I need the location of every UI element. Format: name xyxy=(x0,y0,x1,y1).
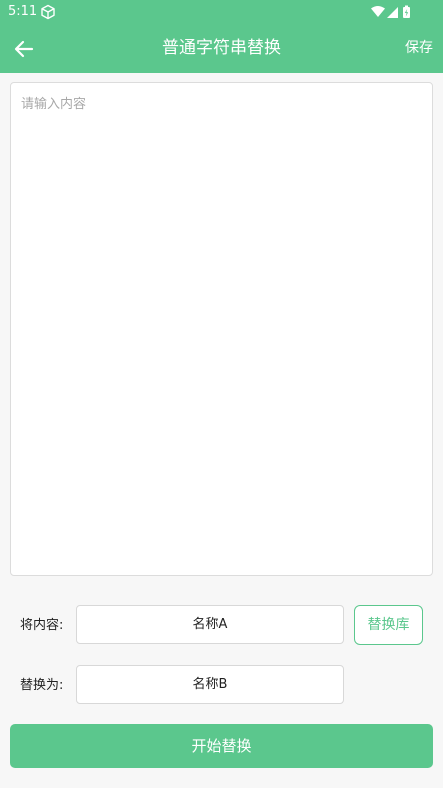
battery-charging-icon xyxy=(403,5,410,18)
replace-from-field[interactable]: 名称A xyxy=(76,605,344,644)
signal-icon xyxy=(387,7,398,18)
status-bar: 5:11 xyxy=(0,0,443,24)
app-bar: 普通字符串替换 保存 xyxy=(0,24,443,73)
content-input[interactable] xyxy=(10,82,433,576)
status-time: 5:11 xyxy=(8,4,38,19)
status-icons xyxy=(371,5,413,19)
wifi-icon xyxy=(371,6,385,17)
page-title: 普通字符串替换 xyxy=(162,38,281,58)
replace-to-label: 替换为: xyxy=(20,678,64,693)
start-replace-button[interactable]: 开始替换 xyxy=(10,724,433,768)
replace-to-field[interactable]: 名称B xyxy=(76,665,344,704)
replace-library-button[interactable]: 替换库 xyxy=(354,605,423,645)
save-button[interactable]: 保存 xyxy=(405,38,433,58)
cube-icon xyxy=(40,4,56,20)
replace-from-label: 将内容: xyxy=(20,618,64,633)
